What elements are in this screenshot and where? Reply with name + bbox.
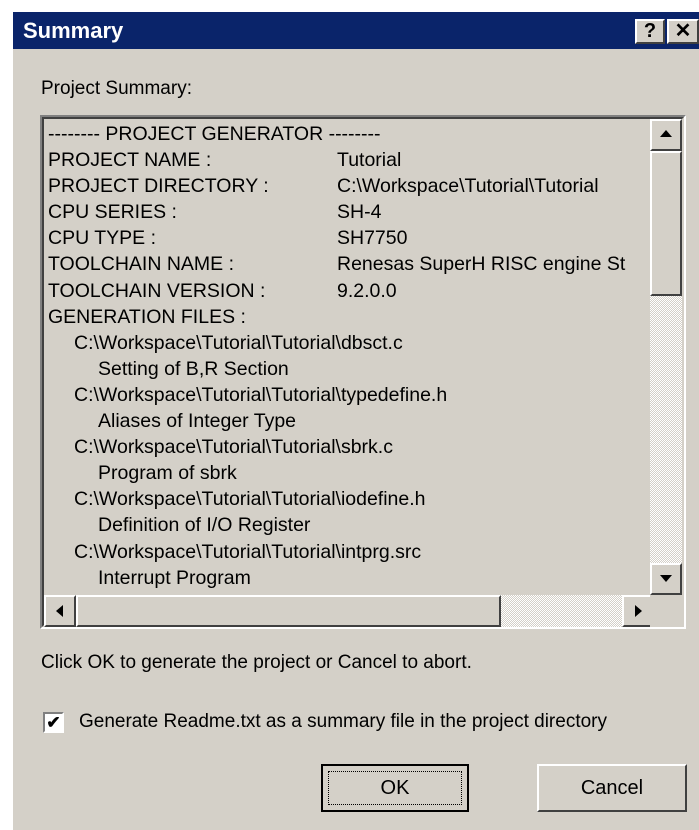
arrow-down-icon [660, 575, 672, 582]
close-button[interactable]: ✕ [667, 19, 699, 44]
readme-checkbox[interactable]: ✔ [43, 712, 64, 733]
file-path: C:\Workspace\Tutorial\Tutorial\dbsct.c [74, 331, 403, 354]
arrow-up-icon [660, 130, 672, 137]
file-path: C:\Workspace\Tutorial\Tutorial\intprg.sr… [74, 540, 422, 563]
file-desc: Program of sbrk [98, 462, 237, 485]
ok-button-label: OK [328, 771, 462, 805]
file-desc: Aliases of Integer Type [98, 410, 297, 433]
vertical-scroll-thumb[interactable] [650, 151, 682, 296]
horizontal-scroll-thumb[interactable] [76, 595, 501, 627]
field-value: Tutorial [337, 149, 402, 172]
ok-button[interactable]: OK [321, 764, 469, 812]
summary-listbox[interactable]: -------- PROJECT GENERATOR -------- PROJ… [40, 115, 686, 629]
readme-checkbox-label[interactable]: Generate Readme.txt as a summary file in… [79, 711, 607, 733]
instruction-text: Click OK to generate the project or Canc… [41, 652, 472, 673]
file-path-row: C:\Workspace\Tutorial\Tutorial\iodefine.… [48, 486, 654, 512]
field-row: TOOLCHAIN NAME : Renesas SuperH RISC eng… [48, 251, 654, 277]
field-row: CPU SERIES : SH-4 [48, 199, 654, 225]
summary-dialog: Summary ? ✕ Project Summary: -------- PR… [11, 10, 699, 830]
file-desc-row: Setting of B,R Section [48, 356, 654, 382]
field-value: SH7750 [337, 227, 408, 250]
file-path-row: C:\Workspace\Tutorial\Tutorial\sbrk.c [48, 434, 654, 460]
file-desc-row: Program of sbrk [48, 460, 654, 486]
file-path-row: C:\Workspace\Tutorial\Tutorial\typedefin… [48, 382, 654, 408]
files-header-row: GENERATION FILES : [48, 304, 654, 330]
checkmark-icon: ✔ [46, 713, 61, 732]
field-key: CPU SERIES : [48, 201, 177, 224]
file-desc-row: Interrupt Program [48, 565, 654, 591]
field-key: TOOLCHAIN NAME : [48, 253, 235, 276]
generation-files-header: GENERATION FILES : [48, 305, 246, 328]
field-row: PROJECT DIRECTORY : C:\Workspace\Tutoria… [48, 173, 654, 199]
field-key: PROJECT DIRECTORY : [48, 175, 269, 198]
field-key: PROJECT NAME : [48, 149, 212, 172]
field-key: TOOLCHAIN VERSION : [48, 279, 266, 302]
field-key: CPU TYPE : [48, 227, 157, 250]
scroll-down-button[interactable] [650, 563, 682, 595]
field-value: SH-4 [337, 201, 382, 224]
cancel-button[interactable]: Cancel [537, 764, 687, 812]
file-path-row: C:\Workspace\Tutorial\Tutorial\dbsct.c [48, 330, 654, 356]
file-desc: Definition of I/O Register [98, 514, 311, 537]
file-desc-row: Definition of I/O Register [48, 512, 654, 538]
summary-content: -------- PROJECT GENERATOR -------- PROJ… [48, 121, 654, 595]
file-desc: Interrupt Program [98, 566, 251, 589]
help-button[interactable]: ? [635, 19, 665, 44]
field-row: PROJECT NAME : Tutorial [48, 147, 654, 173]
file-path: C:\Workspace\Tutorial\Tutorial\sbrk.c [74, 436, 393, 459]
field-value: 9.2.0.0 [337, 279, 397, 302]
window-title: Summary [23, 18, 124, 43]
field-row: CPU TYPE : SH7750 [48, 225, 654, 251]
close-icon: ✕ [674, 20, 692, 42]
file-path: C:\Workspace\Tutorial\Tutorial\iodefine.… [74, 488, 426, 511]
arrow-left-icon [56, 605, 63, 617]
field-value: C:\Workspace\Tutorial\Tutorial [337, 175, 599, 198]
vertical-scrollbar[interactable] [650, 119, 682, 595]
scrollbar-corner [650, 595, 682, 627]
file-path: C:\Workspace\Tutorial\Tutorial\typedefin… [74, 383, 448, 406]
scroll-left-button[interactable] [44, 595, 76, 627]
summary-header-row: -------- PROJECT GENERATOR -------- [48, 121, 654, 147]
listbox-frame: -------- PROJECT GENERATOR -------- PROJ… [42, 117, 684, 627]
horizontal-scrollbar[interactable] [44, 595, 654, 627]
generator-header: -------- PROJECT GENERATOR -------- [48, 123, 381, 145]
field-value: Renesas SuperH RISC engine St [337, 253, 626, 276]
title-bar[interactable]: Summary ? ✕ [13, 12, 699, 49]
project-summary-label: Project Summary: [41, 78, 192, 99]
field-row: TOOLCHAIN VERSION : 9.2.0.0 [48, 278, 654, 304]
scroll-up-button[interactable] [650, 119, 682, 151]
file-desc: Setting of B,R Section [98, 357, 289, 380]
file-path-row: C:\Workspace\Tutorial\Tutorial\intprg.sr… [48, 539, 654, 565]
arrow-right-icon [635, 605, 642, 617]
file-desc-row: Aliases of Integer Type [48, 408, 654, 434]
